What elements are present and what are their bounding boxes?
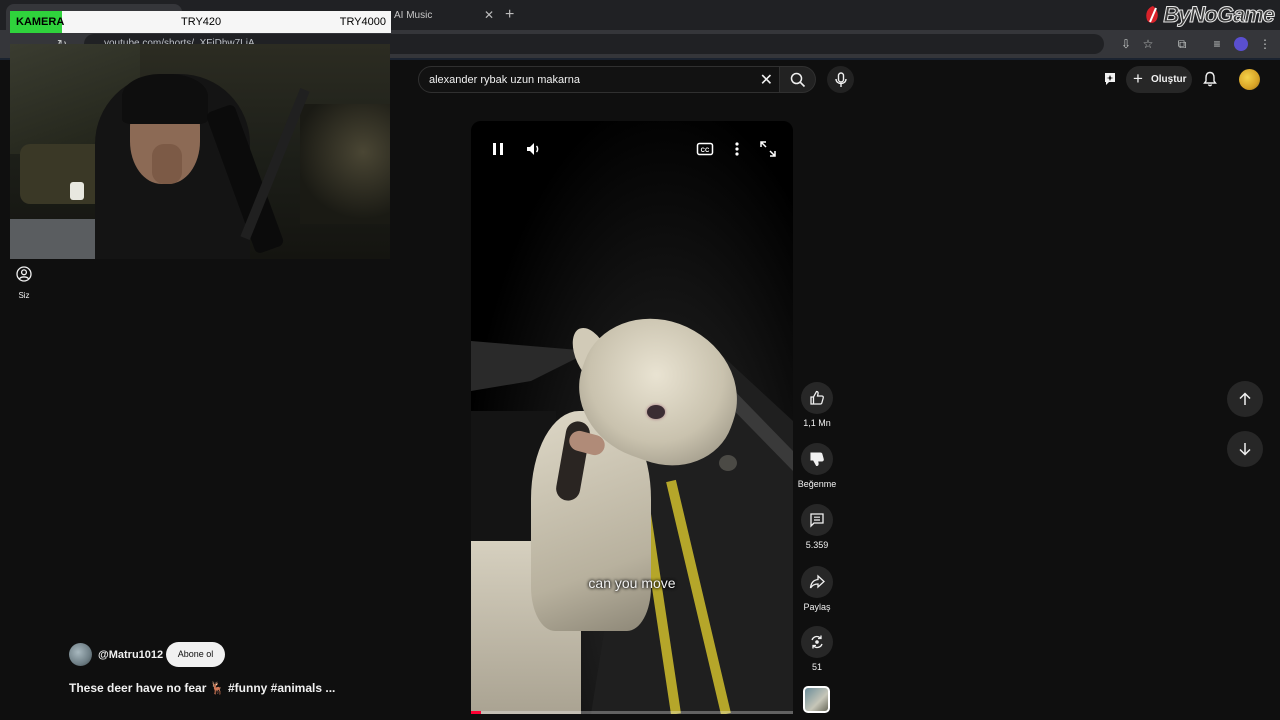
install-app-icon[interactable]: ⇩ <box>1118 36 1134 52</box>
search-input[interactable]: alexander rybak uzun makarna ✕ <box>418 66 780 93</box>
tab-title: AI Music <box>394 10 433 21</box>
stream-overlay-bar: KAMERA TRY420 TRY4000 <box>10 11 391 33</box>
webcam-hair <box>122 74 208 124</box>
thumbs-up-icon <box>810 390 824 405</box>
media-control-icon[interactable]: ≡ <box>1209 36 1225 52</box>
arrow-down-icon <box>1239 443 1251 456</box>
chat-sparkle-icon[interactable] <box>1102 71 1118 87</box>
plus-icon: + <box>1133 69 1143 88</box>
donation-goal-1: TRY420 <box>181 16 222 28</box>
like-count: 1,1 Mn <box>803 418 831 428</box>
video-progress-bar[interactable] <box>471 711 793 714</box>
clear-search-icon[interactable]: ✕ <box>760 70 773 90</box>
video-title[interactable]: These deer have no fear 🦌 #funny #animal… <box>69 681 335 695</box>
share-arrow-icon <box>809 574 825 589</box>
voice-search-button[interactable] <box>827 66 854 93</box>
remix-icon <box>811 635 823 649</box>
new-tab-icon[interactable]: + <box>505 6 514 24</box>
close-icon[interactable]: ✕ <box>484 8 494 22</box>
video-frame <box>471 121 793 714</box>
comment-icon <box>810 513 824 528</box>
pause-icon[interactable] <box>488 139 508 159</box>
remix-count: 51 <box>811 662 822 672</box>
camera-label: KAMERA <box>10 11 64 33</box>
shorts-video-player[interactable]: can you move CC <box>471 121 793 714</box>
share-action[interactable]: Paylaş <box>798 566 836 612</box>
subscribe-button[interactable]: Abone ol <box>166 642 225 667</box>
watermark-text: ByNoGame <box>1163 2 1276 28</box>
svg-text:CC: CC <box>701 148 710 154</box>
search-query: alexander rybak uzun makarna <box>429 74 581 86</box>
webcam-hand <box>152 144 182 184</box>
progress-fill <box>471 711 481 714</box>
dislike-label: Beğenme <box>797 479 837 489</box>
webcam-light <box>300 104 390 224</box>
webcam-feed <box>10 44 390 259</box>
like-button[interactable] <box>801 382 833 414</box>
comments-button[interactable] <box>801 504 833 536</box>
notifications-bell-icon[interactable] <box>1202 71 1218 87</box>
video-deer-eye <box>647 405 665 419</box>
webcam-mug <box>70 182 84 200</box>
browser-menu-icon[interactable]: ⋮ <box>1257 36 1273 52</box>
volume-icon[interactable] <box>524 139 544 159</box>
logo-icon <box>1146 6 1159 23</box>
nav-item-label: Siz <box>18 291 30 300</box>
watermark-logo: ByNoGame <box>1137 0 1280 30</box>
thumbs-down-icon <box>810 452 824 467</box>
share-label: Paylaş <box>803 602 831 612</box>
extensions-icon[interactable]: ⧉ <box>1174 36 1190 52</box>
user-circle-icon <box>16 266 32 282</box>
previous-short-button[interactable] <box>1227 381 1263 417</box>
search-button[interactable] <box>780 66 816 93</box>
search-icon <box>790 72 805 87</box>
sound-thumbnail[interactable] <box>803 686 830 713</box>
remix-button[interactable] <box>801 626 833 658</box>
like-action[interactable]: 1,1 Mn <box>798 382 836 428</box>
create-button[interactable]: + Oluştur <box>1126 66 1192 93</box>
next-short-button[interactable] <box>1227 431 1263 467</box>
microphone-icon <box>834 71 847 87</box>
channel-avatar[interactable] <box>69 643 92 666</box>
channel-handle[interactable]: @Matru1012 <box>98 649 163 661</box>
comments-action[interactable]: 5.359 <box>798 504 836 550</box>
create-label: Oluştur <box>1151 74 1187 85</box>
account-avatar[interactable] <box>1239 69 1260 90</box>
remix-action[interactable]: 51 <box>798 626 836 672</box>
video-caption: can you move <box>588 575 676 591</box>
captions-icon[interactable]: CC <box>695 139 715 159</box>
comment-count: 5.359 <box>805 540 829 550</box>
browser-profile-avatar[interactable] <box>1234 37 1248 51</box>
bookmark-star-icon[interactable]: ☆ <box>1140 36 1156 52</box>
donation-goal-2: TRY4000 <box>339 16 386 28</box>
share-button[interactable] <box>801 566 833 598</box>
nav-item-you[interactable]: Siz <box>12 266 36 300</box>
dislike-action[interactable]: Beğenme <box>798 443 836 489</box>
browser-tab-ai-music[interactable]: AI Music ✕ <box>382 4 502 30</box>
fullscreen-icon[interactable] <box>758 139 778 159</box>
dislike-button[interactable] <box>801 443 833 475</box>
video-deer-nose <box>719 455 737 471</box>
arrow-up-icon <box>1239 392 1251 405</box>
more-options-icon[interactable] <box>727 139 747 159</box>
